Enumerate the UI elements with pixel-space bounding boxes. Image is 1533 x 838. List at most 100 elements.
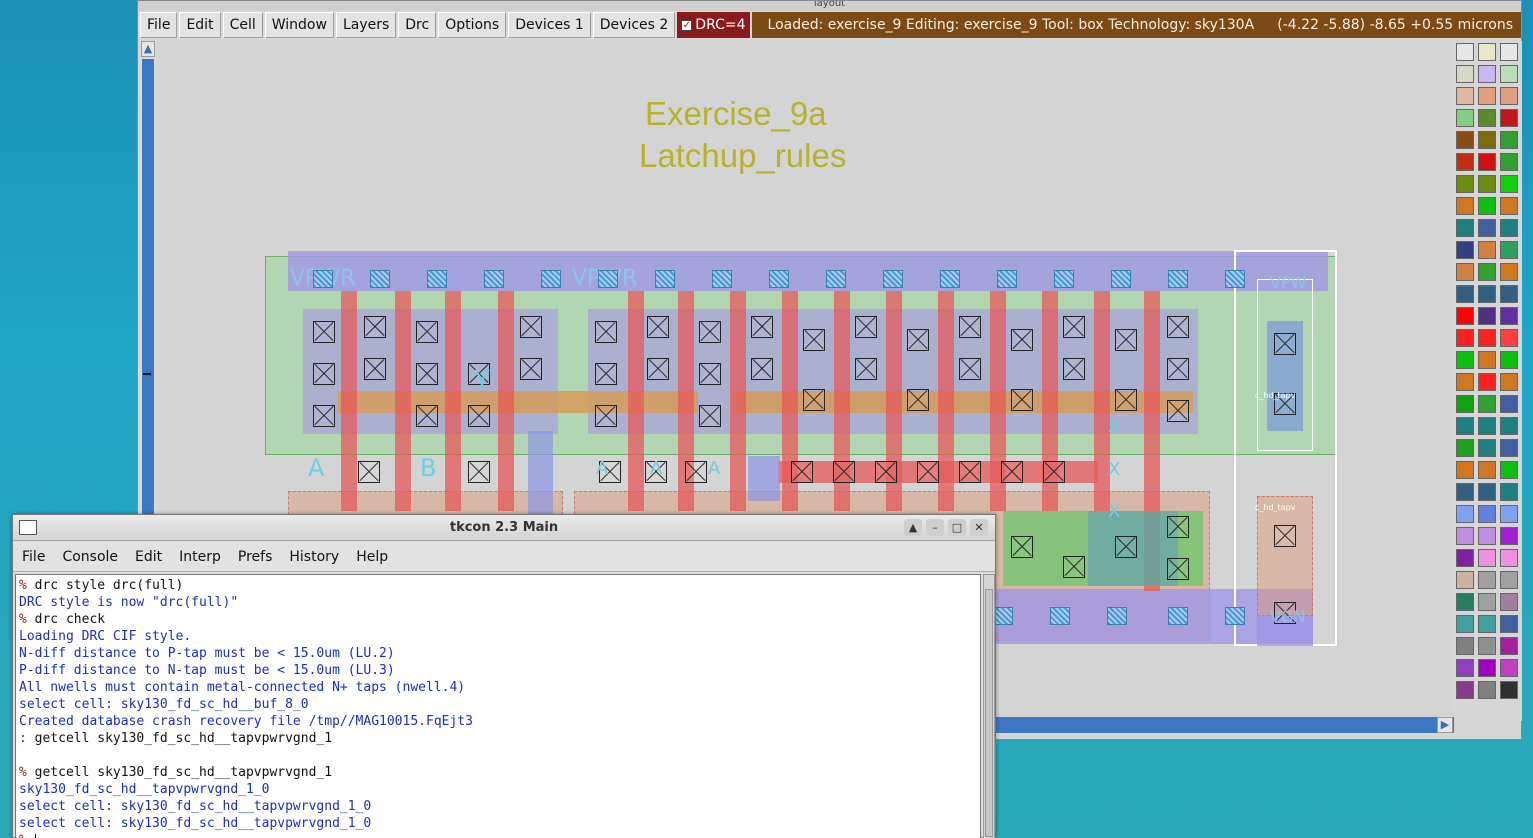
layer-swatch[interactable] bbox=[1500, 285, 1518, 303]
layer-swatch[interactable] bbox=[1456, 131, 1474, 149]
layer-swatch[interactable] bbox=[1456, 197, 1474, 215]
layer-swatch[interactable] bbox=[1456, 461, 1474, 479]
magic-titlebar[interactable]: layout bbox=[138, 1, 1521, 11]
layer-swatch[interactable] bbox=[1500, 681, 1518, 699]
menu-drc[interactable]: Drc bbox=[398, 12, 437, 38]
layer-swatch[interactable] bbox=[1456, 681, 1474, 699]
layer-swatch[interactable] bbox=[1500, 109, 1518, 127]
layer-swatch[interactable] bbox=[1478, 197, 1496, 215]
layer-swatch[interactable] bbox=[1456, 307, 1474, 325]
layer-swatch[interactable] bbox=[1478, 351, 1496, 369]
minimize-icon[interactable]: – bbox=[926, 519, 944, 536]
tkcon-menu-edit[interactable]: Edit bbox=[126, 549, 170, 565]
layer-swatch[interactable] bbox=[1456, 637, 1474, 655]
layer-swatch[interactable] bbox=[1500, 395, 1518, 413]
layer-swatch[interactable] bbox=[1500, 307, 1518, 325]
menu-options[interactable]: Options bbox=[438, 12, 507, 38]
tkcon-scroll-thumb[interactable] bbox=[985, 589, 993, 837]
horizontal-scroll-track[interactable] bbox=[976, 717, 1454, 733]
menu-layers[interactable]: Layers bbox=[335, 12, 397, 38]
layer-swatch[interactable] bbox=[1478, 483, 1496, 501]
layer-swatch[interactable] bbox=[1456, 109, 1474, 127]
layer-swatch[interactable] bbox=[1478, 219, 1496, 237]
layer-swatch[interactable] bbox=[1500, 659, 1518, 677]
layer-swatch[interactable] bbox=[1500, 549, 1518, 567]
tkcon-menu-interp[interactable]: Interp bbox=[170, 549, 229, 565]
layer-swatch[interactable] bbox=[1478, 373, 1496, 391]
layer-swatch[interactable] bbox=[1500, 593, 1518, 611]
menu-cell[interactable]: Cell bbox=[222, 12, 263, 38]
layer-swatch[interactable] bbox=[1500, 527, 1518, 545]
layer-swatch[interactable] bbox=[1478, 241, 1496, 259]
layer-swatch[interactable] bbox=[1500, 219, 1518, 237]
layer-swatch[interactable] bbox=[1500, 175, 1518, 193]
layer-swatch[interactable] bbox=[1478, 527, 1496, 545]
layer-swatch[interactable] bbox=[1456, 219, 1474, 237]
layer-swatch[interactable] bbox=[1456, 285, 1474, 303]
layer-swatch[interactable] bbox=[1478, 549, 1496, 567]
layer-swatch[interactable] bbox=[1500, 153, 1518, 171]
tkcon-menu-file[interactable]: File bbox=[13, 549, 53, 565]
layer-swatch[interactable] bbox=[1456, 659, 1474, 677]
layer-swatch[interactable] bbox=[1500, 483, 1518, 501]
layer-swatch[interactable] bbox=[1500, 87, 1518, 105]
layer-swatch[interactable] bbox=[1456, 483, 1474, 501]
layer-swatch[interactable] bbox=[1456, 527, 1474, 545]
layer-swatch[interactable] bbox=[1478, 417, 1496, 435]
menu-devices-2[interactable]: Devices 2 bbox=[592, 12, 676, 38]
layer-swatch[interactable] bbox=[1478, 505, 1496, 523]
layer-swatch[interactable] bbox=[1478, 285, 1496, 303]
layer-swatch[interactable] bbox=[1478, 65, 1496, 83]
layer-swatch[interactable] bbox=[1478, 307, 1496, 325]
layer-swatch[interactable] bbox=[1478, 87, 1496, 105]
layer-swatch[interactable] bbox=[1456, 417, 1474, 435]
tkcon-scrollbar[interactable] bbox=[983, 574, 995, 838]
layer-swatch[interactable] bbox=[1478, 131, 1496, 149]
layer-swatch[interactable] bbox=[1500, 351, 1518, 369]
layer-swatch[interactable] bbox=[1456, 571, 1474, 589]
menu-file[interactable]: File bbox=[140, 12, 178, 38]
layer-swatch[interactable] bbox=[1500, 461, 1518, 479]
layer-swatch[interactable] bbox=[1456, 153, 1474, 171]
layer-swatch[interactable] bbox=[1456, 395, 1474, 413]
layer-swatch[interactable] bbox=[1500, 373, 1518, 391]
layer-swatch[interactable] bbox=[1478, 175, 1496, 193]
close-icon[interactable]: ✕ bbox=[970, 519, 988, 536]
layer-swatch[interactable] bbox=[1478, 43, 1496, 61]
arrow-up-icon[interactable]: ▲ bbox=[904, 519, 922, 536]
drc-indicator[interactable]: ✓ DRC=4 bbox=[677, 12, 750, 38]
layer-swatch[interactable] bbox=[1500, 263, 1518, 281]
layer-swatch[interactable] bbox=[1500, 439, 1518, 457]
layer-swatch[interactable] bbox=[1456, 263, 1474, 281]
layer-swatch[interactable] bbox=[1456, 351, 1474, 369]
layer-swatch[interactable] bbox=[1478, 681, 1496, 699]
tkcon-menu-history[interactable]: History bbox=[280, 549, 347, 565]
tkcon-console-output[interactable]: % drc style drc(full) DRC style is now "d… bbox=[15, 574, 981, 838]
layer-swatch[interactable] bbox=[1500, 505, 1518, 523]
layer-swatch[interactable] bbox=[1500, 615, 1518, 633]
arrow-right-icon[interactable]: ▶ bbox=[1437, 717, 1453, 733]
layer-swatch[interactable] bbox=[1456, 615, 1474, 633]
tkcon-menu-prefs[interactable]: Prefs bbox=[229, 549, 280, 565]
menu-window[interactable]: Window bbox=[264, 12, 334, 38]
layer-swatch[interactable] bbox=[1456, 329, 1474, 347]
layer-swatch[interactable] bbox=[1478, 109, 1496, 127]
tkcon-menu-help[interactable]: Help bbox=[347, 549, 396, 565]
layer-swatch[interactable] bbox=[1478, 615, 1496, 633]
layer-swatch[interactable] bbox=[1500, 241, 1518, 259]
drc-checkbox[interactable]: ✓ bbox=[681, 19, 693, 31]
layer-swatch[interactable] bbox=[1478, 439, 1496, 457]
layer-swatch[interactable] bbox=[1478, 153, 1496, 171]
layer-swatch[interactable] bbox=[1500, 417, 1518, 435]
layer-swatch[interactable] bbox=[1478, 637, 1496, 655]
layer-swatch[interactable] bbox=[1478, 659, 1496, 677]
layer-swatch[interactable] bbox=[1478, 263, 1496, 281]
layer-swatch[interactable] bbox=[1500, 65, 1518, 83]
layer-swatch[interactable] bbox=[1500, 637, 1518, 655]
layer-swatch[interactable] bbox=[1456, 175, 1474, 193]
menu-devices-1[interactable]: Devices 1 bbox=[508, 12, 591, 38]
layer-swatch[interactable] bbox=[1456, 65, 1474, 83]
layer-swatch[interactable] bbox=[1478, 395, 1496, 413]
layer-swatch[interactable] bbox=[1500, 43, 1518, 61]
menu-edit[interactable]: Edit bbox=[179, 12, 221, 38]
